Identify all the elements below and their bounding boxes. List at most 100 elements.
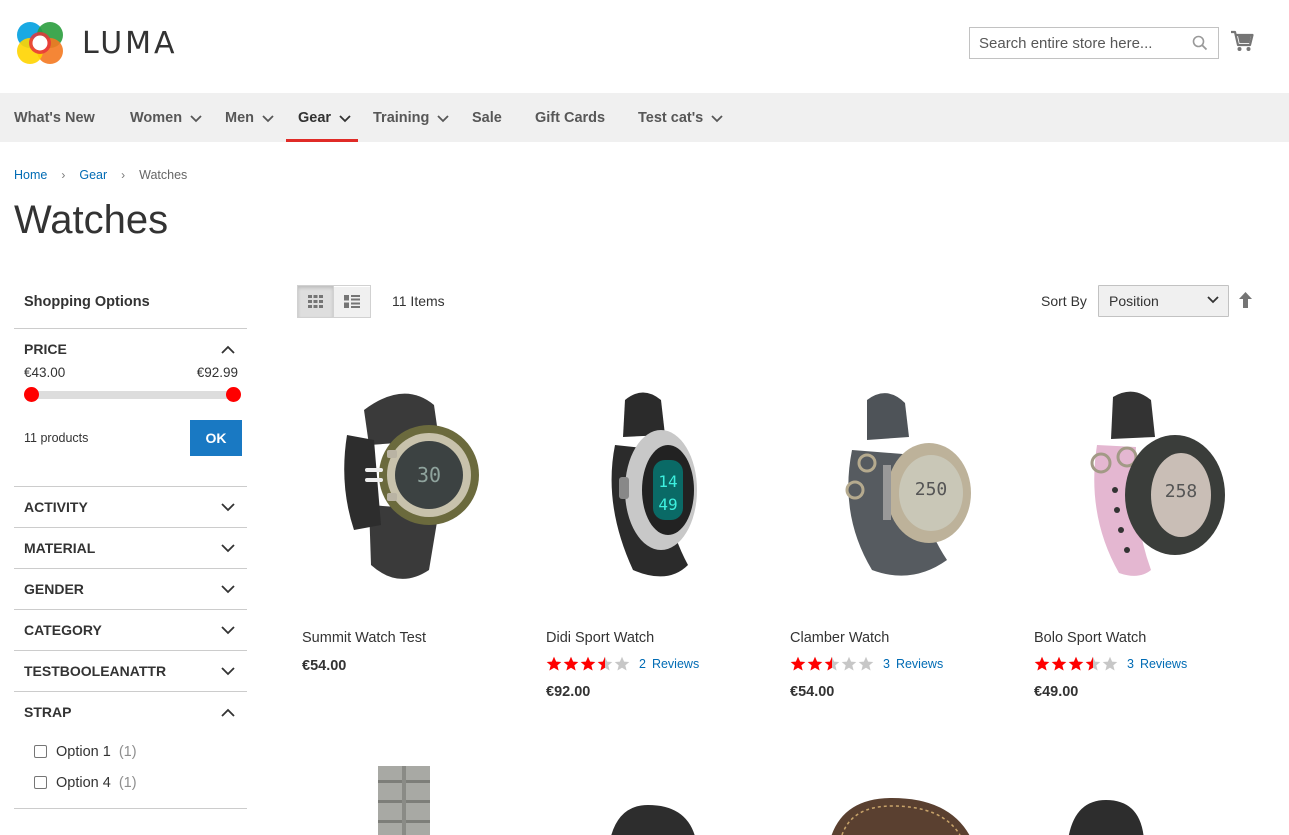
chevron-down-icon xyxy=(711,114,723,122)
svg-text:49: 49 xyxy=(658,495,677,514)
nav-women[interactable]: Women xyxy=(130,93,202,142)
star-icon xyxy=(1051,656,1067,671)
star-icon xyxy=(807,656,823,671)
product-image[interactable]: 14 49 xyxy=(538,360,758,590)
sidebar-filters: Shopping Options PRICE €43.00 €92.99 11 … xyxy=(14,282,247,809)
product-rating: 3 Reviews xyxy=(790,656,1002,672)
product-name[interactable]: Didi Sport Watch xyxy=(546,630,758,646)
filter-label: MATERIAL xyxy=(24,540,96,556)
product-price: €92.00 xyxy=(546,684,591,700)
header: LUMA xyxy=(0,0,1289,93)
search-box xyxy=(969,27,1219,59)
nav-whats-new[interactable]: What's New xyxy=(14,93,95,142)
grid-view-button[interactable] xyxy=(297,285,334,318)
product-name[interactable]: Summit Watch Test xyxy=(302,630,514,646)
nav-label: Men xyxy=(225,109,254,126)
product-name[interactable]: Clamber Watch xyxy=(790,630,1002,646)
price-ok-button[interactable]: OK xyxy=(190,420,242,456)
product-image[interactable]: 30 xyxy=(294,360,514,590)
price-slider[interactable] xyxy=(24,384,242,404)
breadcrumb: Home › Gear › Watches xyxy=(14,168,187,182)
nav-gift-cards[interactable]: Gift Cards xyxy=(535,93,605,142)
nav-label: Gift Cards xyxy=(535,109,606,126)
slider-handle-max[interactable] xyxy=(226,387,241,402)
reviews-link[interactable]: 3 Reviews xyxy=(1127,657,1187,671)
view-mode-switcher xyxy=(297,285,371,318)
reviews-link[interactable]: 2 Reviews xyxy=(639,657,699,671)
svg-text:30: 30 xyxy=(417,463,441,487)
filter-strap: STRAP Option 1 (1) Option 4 (1) xyxy=(14,692,247,809)
checkbox[interactable] xyxy=(34,776,47,789)
nav-men[interactable]: Men xyxy=(225,93,274,142)
reviews-link[interactable]: 3 Reviews xyxy=(883,657,943,671)
logo[interactable]: LUMA xyxy=(14,18,178,68)
product-count: 11 products xyxy=(24,431,89,445)
nav-training[interactable]: Training xyxy=(373,93,450,142)
filter-testbooleanattr-header[interactable]: TESTBOOLEANATTR xyxy=(14,651,247,691)
search-icon[interactable] xyxy=(1192,35,1208,51)
product-image[interactable]: 258 xyxy=(1026,360,1246,590)
filter-activity-header[interactable]: ACTIVITY xyxy=(14,487,247,527)
strap-options: Option 1 (1) Option 4 (1) xyxy=(14,732,247,808)
nav-test-cats[interactable]: Test cat's xyxy=(638,93,723,142)
svg-text:258: 258 xyxy=(1165,481,1198,502)
sort-direction-arrow-icon[interactable] xyxy=(1239,292,1252,308)
checkbox[interactable] xyxy=(34,745,47,758)
breadcrumb-home[interactable]: Home xyxy=(14,168,47,182)
filter-price-header[interactable]: PRICE xyxy=(14,329,247,369)
chevron-down-icon xyxy=(221,543,235,552)
product-name[interactable]: Bolo Sport Watch xyxy=(1034,630,1246,646)
breadcrumb-gear[interactable]: Gear xyxy=(79,168,107,182)
strap-option[interactable]: Option 1 (1) xyxy=(34,736,247,767)
strap-option[interactable]: Option 4 (1) xyxy=(34,767,247,798)
reviews-label: Reviews xyxy=(651,657,700,671)
slider-track xyxy=(28,391,232,399)
watch-image xyxy=(378,766,430,835)
filter-material-header[interactable]: MATERIAL xyxy=(14,528,247,568)
product-image[interactable]: 250 xyxy=(782,360,1002,590)
breadcrumb-separator: › xyxy=(61,168,66,182)
product-card[interactable]: 30 Summit Watch Test €54.00 xyxy=(294,360,514,674)
price-min: €43.00 xyxy=(24,365,66,380)
chevron-down-icon xyxy=(437,114,450,122)
option-label: Option 1 xyxy=(56,743,111,760)
product-card[interactable] xyxy=(538,760,758,835)
filter-label: ACTIVITY xyxy=(24,499,88,515)
chevron-down-icon xyxy=(262,114,274,122)
page-title: Watches xyxy=(14,198,169,242)
watch-image xyxy=(831,798,970,835)
grid-icon xyxy=(308,295,323,308)
chevron-down-icon xyxy=(221,502,235,511)
nav-label: What's New xyxy=(14,109,95,126)
nav-gear[interactable]: Gear xyxy=(285,93,359,142)
filter-strap-header[interactable]: STRAP xyxy=(14,692,247,732)
filter-category-header[interactable]: CATEGORY xyxy=(14,610,247,650)
filter-category: CATEGORY xyxy=(14,610,247,651)
filter-label: STRAP xyxy=(24,704,72,720)
star-icon xyxy=(1034,656,1050,671)
sort-by-select[interactable]: Position xyxy=(1098,285,1229,317)
nav-sale[interactable]: Sale xyxy=(472,93,502,142)
product-card[interactable]: 250 Clamber Watch 3 Reviews €54.00 xyxy=(782,360,1002,700)
list-icon xyxy=(344,295,360,308)
product-card[interactable] xyxy=(782,760,1002,835)
breadcrumb-separator: › xyxy=(121,168,126,182)
product-card[interactable] xyxy=(294,760,514,835)
sort-value: Position xyxy=(1109,293,1159,309)
filter-gender-header[interactable]: GENDER xyxy=(14,569,247,609)
product-card[interactable]: 14 49 Didi Sport Watch 2 Reviews €92.00 xyxy=(538,360,758,700)
slider-handle-min[interactable] xyxy=(24,387,39,402)
price-apply-row: 11 products OK xyxy=(24,420,242,456)
cart-icon[interactable] xyxy=(1230,29,1254,53)
search-input[interactable] xyxy=(970,28,1180,58)
watch-image: 14 49 xyxy=(611,392,697,577)
chevron-up-icon xyxy=(221,345,235,354)
watch-image xyxy=(1068,800,1144,835)
filter-label: PRICE xyxy=(24,341,67,357)
main-nav: What's New Women Men Gear Training Sale … xyxy=(0,93,1289,142)
product-card[interactable]: 258 Bolo Sport Watch 3 Reviews €49.00 xyxy=(1026,360,1246,700)
star-icon xyxy=(1068,656,1084,671)
product-rating: 3 Reviews xyxy=(1034,656,1246,672)
list-view-button[interactable] xyxy=(334,285,371,318)
product-card[interactable] xyxy=(1026,760,1246,835)
